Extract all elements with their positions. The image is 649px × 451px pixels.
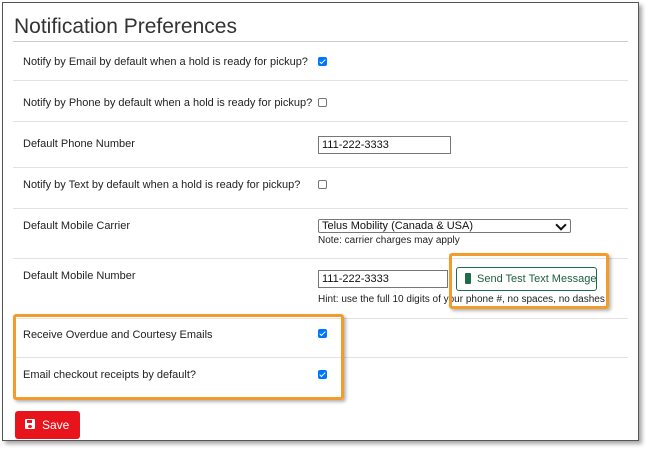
mobile-number-input[interactable]: 111-222-3333: [318, 270, 448, 288]
divider: [13, 121, 628, 122]
carrier-note: Note: carrier charges may apply: [318, 235, 460, 246]
mobile-carrier-label: Default Mobile Carrier: [23, 220, 130, 232]
email-hold-label: Notify by Email by default when a hold i…: [23, 56, 308, 68]
floppy-disk-icon: [25, 419, 35, 429]
mobile-phone-icon: [465, 273, 471, 284]
mobile-carrier-select[interactable]: Telus Mobility (Canada & USA): [318, 219, 571, 233]
text-hold-label: Notify by Text by default when a hold is…: [23, 179, 301, 191]
email-hold-checkbox[interactable]: [318, 57, 327, 66]
divider: [13, 167, 628, 168]
default-phone-input[interactable]: 111-222-3333: [318, 136, 451, 154]
divider: [13, 41, 628, 42]
divider: [13, 208, 628, 209]
page-title: Notification Preferences: [14, 15, 237, 38]
send-test-text-label: Send Test Text Message: [477, 273, 597, 285]
mobile-carrier-value: Telus Mobility (Canada & USA): [322, 220, 474, 232]
preferences-panel: Notification Preferences Notify by Email…: [2, 2, 639, 441]
phone-hold-checkbox[interactable]: [318, 98, 327, 107]
divider: [13, 80, 628, 81]
send-test-text-button[interactable]: Send Test Text Message: [456, 267, 597, 291]
chevron-down-icon: [555, 219, 567, 231]
save-label: Save: [42, 418, 70, 432]
phone-hold-label: Notify by Phone by default when a hold i…: [23, 97, 313, 109]
mobile-number-label: Default Mobile Number: [23, 270, 136, 282]
highlight-email-options: [13, 314, 344, 400]
text-hold-checkbox[interactable]: [318, 180, 327, 189]
default-phone-label: Default Phone Number: [23, 138, 135, 150]
save-button[interactable]: Save: [15, 411, 80, 439]
